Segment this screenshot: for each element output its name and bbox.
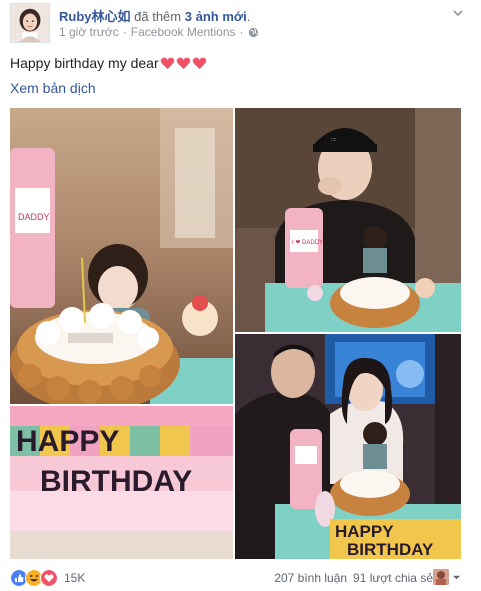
photo4-banner-line2: BIRTHDAY xyxy=(347,540,434,559)
viewer-avatar-image xyxy=(433,569,449,585)
globe-icon[interactable] xyxy=(248,27,259,38)
photo-grid: DADDY HAPPY BIRTHDAY:::: I ❤ DADDY HAPP… xyxy=(10,108,461,559)
post-footer: 15K 207 bình luận 91 lượt chia sẻ xyxy=(10,566,461,588)
message-text: Happy birthday my dear xyxy=(10,55,159,71)
heart-emoji-icon xyxy=(176,57,190,70)
share-as-selector[interactable] xyxy=(433,569,461,585)
photo-man-cake[interactable]: :::: I ❤ DADDY xyxy=(235,108,461,332)
post-stats: 207 bình luận 91 lượt chia sẻ xyxy=(274,571,433,585)
chevron-down-icon[interactable] xyxy=(451,6,465,20)
post-source[interactable]: Facebook Mentions xyxy=(131,25,236,39)
photo-cake-doll-image: DADDY xyxy=(10,108,233,404)
author-name[interactable]: Ruby林心如 xyxy=(59,9,131,24)
reaction-summary[interactable]: 15K xyxy=(10,569,85,587)
photo2-banner-line2: BIRTHDAY xyxy=(40,465,192,498)
facebook-post: Ruby林心如 đã thêm 3 ảnh mới. 1 giờ trước ·… xyxy=(0,0,481,591)
reaction-count[interactable]: 15K xyxy=(64,571,85,585)
meta-separator-2: · xyxy=(239,25,244,39)
photo-couple-cake[interactable]: HAPPY BIRTHDAY xyxy=(235,334,461,559)
post-meta: 1 giờ trước · Facebook Mentions · xyxy=(59,25,259,39)
caret-down-icon xyxy=(452,575,461,579)
shares-count[interactable]: 91 lượt chia sẻ xyxy=(353,571,433,585)
avatar-image xyxy=(11,4,49,42)
meta-separator: · xyxy=(122,25,127,39)
photo1-cake-text: DADDY xyxy=(18,212,50,222)
action-prefix: đã thêm xyxy=(134,9,182,24)
photo4-banner-line1: HAPPY xyxy=(335,522,394,541)
photo3-cake-text: I ❤ DADDY xyxy=(292,240,323,246)
photo2-banner-line1: HAPPY xyxy=(16,425,119,458)
love-reaction-icon xyxy=(40,569,58,587)
post-action-text: đã thêm 3 ảnh mới. xyxy=(134,9,250,24)
photo-couple-cake-image: HAPPY BIRTHDAY xyxy=(235,334,461,559)
post-time[interactable]: 1 giờ trước xyxy=(59,25,119,39)
viewer-avatar xyxy=(433,569,449,585)
action-suffix: . xyxy=(246,9,251,24)
photo-cake-doll[interactable]: DADDY xyxy=(10,108,233,404)
photo-birthday-banner-image: HAPPY BIRTHDAY xyxy=(10,406,233,559)
photos-link[interactable]: 3 ảnh mới xyxy=(185,9,247,24)
author-avatar[interactable] xyxy=(10,3,50,43)
post-message: Happy birthday my dear xyxy=(10,55,207,71)
author-line: Ruby林心如 đã thêm 3 ảnh mới. xyxy=(59,6,250,25)
photo-man-cake-image: :::: I ❤ DADDY xyxy=(235,108,461,332)
heart-emoji-icon xyxy=(192,57,206,70)
see-translation-link[interactable]: Xem bản dịch xyxy=(10,80,96,96)
svg-text:::::: :::: xyxy=(331,137,337,143)
heart-emoji-icon xyxy=(160,57,174,70)
comments-count[interactable]: 207 bình luận xyxy=(274,571,347,585)
photo-birthday-banner[interactable]: HAPPY BIRTHDAY xyxy=(10,406,233,559)
